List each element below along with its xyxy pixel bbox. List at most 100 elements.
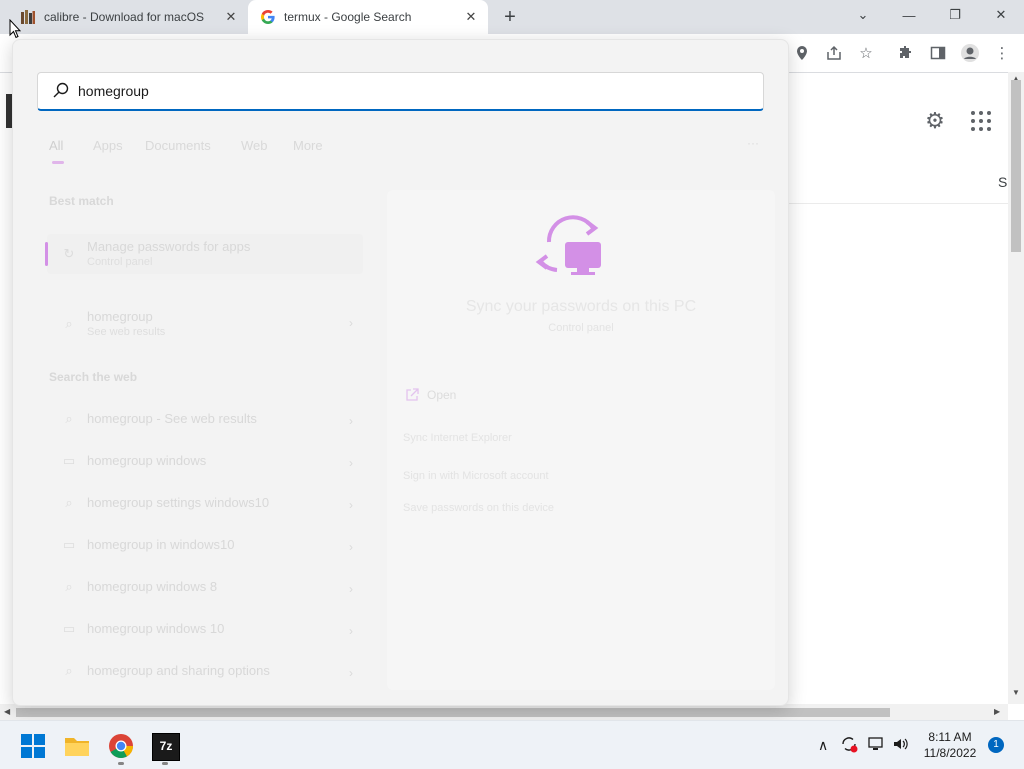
tab-calibre[interactable]: calibre - Download for macOS ✕ (8, 0, 248, 34)
search-box[interactable] (37, 72, 764, 111)
extensions-puzzle-icon[interactable] (895, 42, 917, 64)
close-tab-icon[interactable]: ✕ (462, 8, 480, 26)
horizontal-scroll-thumb[interactable] (16, 708, 890, 717)
volume-icon[interactable] (892, 736, 910, 752)
web-result-item[interactable]: ⌕ homegroup and sharing options › (47, 654, 363, 688)
result-title: homegroup (87, 309, 153, 324)
more-menu-icon[interactable]: ⋮ (991, 42, 1013, 64)
scroll-right-arrow-icon[interactable]: ▶ (994, 707, 1000, 716)
page-icon: ▭ (62, 537, 76, 552)
more-options-icon[interactable]: ··· (747, 136, 759, 150)
profile-avatar-icon[interactable] (959, 42, 981, 64)
page-icon: ▭ (62, 453, 76, 468)
preview-title: Sync your passwords on this PC (465, 298, 697, 315)
settings-gear-icon[interactable]: ⚙ (922, 108, 948, 134)
chevron-right-icon: › (349, 666, 353, 680)
chevron-right-icon: › (349, 624, 353, 638)
result-subtitle: Control panel (87, 256, 153, 268)
windows-start-icon[interactable] (20, 733, 46, 759)
search-icon: ⌕ (65, 316, 73, 331)
preview-link[interactable]: Sync Internet Explorer (403, 432, 512, 444)
filter-tab-documents[interactable]: Documents (145, 138, 211, 153)
tab-termux-google-search[interactable]: termux - Google Search ✕ (248, 0, 488, 34)
7zip-icon[interactable]: 7z (152, 733, 180, 761)
section-header-search-web: Search the web (49, 370, 138, 384)
system-clock[interactable]: 8:11 AM 11/8/2022 (916, 729, 984, 761)
google-apps-grid-icon[interactable] (968, 108, 994, 134)
running-indicator (162, 762, 168, 765)
search-icon: ⌕ (65, 495, 73, 510)
open-external-icon (406, 388, 419, 401)
sync-computer-icon (535, 215, 601, 275)
location-pin-icon[interactable] (791, 42, 813, 64)
show-hidden-icons-chevron-icon[interactable]: ∧ (818, 737, 828, 754)
search-icon (53, 82, 69, 98)
web-result-item[interactable]: ▭ homegroup windows 10 › (47, 612, 363, 646)
web-result-item[interactable]: ⌕ homegroup settings windows10 › (47, 486, 363, 520)
result-subtitle: See web results (87, 326, 166, 338)
scroll-left-arrow-icon[interactable]: ◀ (4, 707, 10, 716)
key-refresh-icon: ↻ (63, 246, 75, 261)
running-indicator (118, 762, 124, 765)
new-tab-button[interactable]: + (500, 7, 520, 27)
chevron-right-icon: › (349, 498, 353, 512)
filter-tab-all[interactable]: All (49, 138, 63, 153)
web-result-text: homegroup and sharing options (87, 663, 270, 678)
filter-tab-apps[interactable]: Apps (93, 138, 123, 153)
google-g-icon (260, 9, 276, 25)
web-result-item[interactable]: ▭ homegroup windows › (47, 444, 363, 478)
active-tab-indicator (52, 161, 64, 164)
section-header-best-match: Best match (49, 194, 114, 208)
minimize-button[interactable]: — (886, 0, 932, 30)
page-partial-text: S (998, 174, 1008, 190)
notification-badge[interactable]: 1 (988, 737, 1004, 753)
preview-subtitle: Control panel (548, 322, 614, 334)
tab-search-chevron-icon[interactable]: ⌄ (840, 0, 886, 30)
scroll-down-arrow-icon[interactable]: ▼ (1011, 688, 1021, 697)
best-match-item[interactable]: ↻ Manage passwords for apps Control pane… (45, 234, 363, 274)
preview-open-action[interactable]: Open (427, 388, 456, 402)
result-preview-pane: Sync your passwords on this PC Control p… (387, 190, 775, 690)
search-results-list: Best match ↻ Manage passwords for apps C… (39, 190, 369, 690)
web-result-item[interactable]: ▭ homegroup in windows10 › (47, 528, 363, 562)
vertical-scroll-thumb[interactable] (1011, 80, 1021, 252)
result-title: Manage passwords for apps (87, 239, 251, 254)
search-icon: ⌕ (65, 411, 73, 426)
page-icon: ▭ (62, 621, 76, 636)
sync-alert-icon[interactable] (840, 735, 858, 753)
mouse-cursor-icon (9, 19, 21, 39)
bookmark-star-icon[interactable]: ☆ (855, 42, 877, 64)
page-divider (788, 203, 1008, 204)
vertical-scrollbar[interactable]: ▲ ▼ (1008, 72, 1024, 704)
network-icon[interactable] (868, 736, 886, 752)
preview-link[interactable]: Save passwords on this device (403, 502, 554, 514)
web-result-text: homegroup windows 8 (87, 579, 218, 594)
chrome-icon[interactable] (108, 733, 134, 759)
close-window-button[interactable]: ✕ (978, 0, 1024, 30)
preview-link[interactable]: Sign in with Microsoft account (403, 470, 549, 482)
chevron-right-icon: › (349, 456, 353, 470)
search-input[interactable] (78, 81, 738, 101)
share-icon[interactable] (823, 42, 845, 64)
filter-tab-more[interactable]: More (293, 138, 323, 153)
close-tab-icon[interactable]: ✕ (222, 8, 240, 26)
web-result-text: homegroup windows 10 (87, 621, 225, 636)
taskbar: 7z ∧ 8:11 AM 11/8/2022 1 (0, 720, 1024, 769)
side-panel-icon[interactable] (927, 42, 949, 64)
web-result-text: homegroup windows (87, 453, 207, 468)
search-icon: ⌕ (65, 579, 73, 594)
browser-tab-strip: calibre - Download for macOS ✕ termux - … (0, 0, 1024, 34)
restore-button[interactable]: ❐ (932, 0, 978, 30)
web-result-item[interactable]: ⌕ homegroup windows 8 › (47, 570, 363, 604)
windows-search-flyout: All Apps Documents Web More ··· Best mat… (12, 39, 789, 706)
filter-tab-web[interactable]: Web (241, 138, 268, 153)
horizontal-scrollbar[interactable]: ◀ ▶ (0, 704, 1008, 720)
web-result-item[interactable]: ⌕ homegroup - See web results › (47, 402, 363, 436)
book-stack-icon (20, 9, 36, 25)
best-match-web-item[interactable]: ⌕ homegroup See web results › (47, 304, 363, 344)
web-result-text: homegroup in windows10 (87, 537, 235, 552)
tab-title: calibre - Download for macOS (44, 10, 205, 24)
search-icon: ⌕ (65, 663, 73, 678)
chevron-right-icon: › (349, 582, 353, 596)
file-explorer-icon[interactable] (64, 733, 90, 759)
